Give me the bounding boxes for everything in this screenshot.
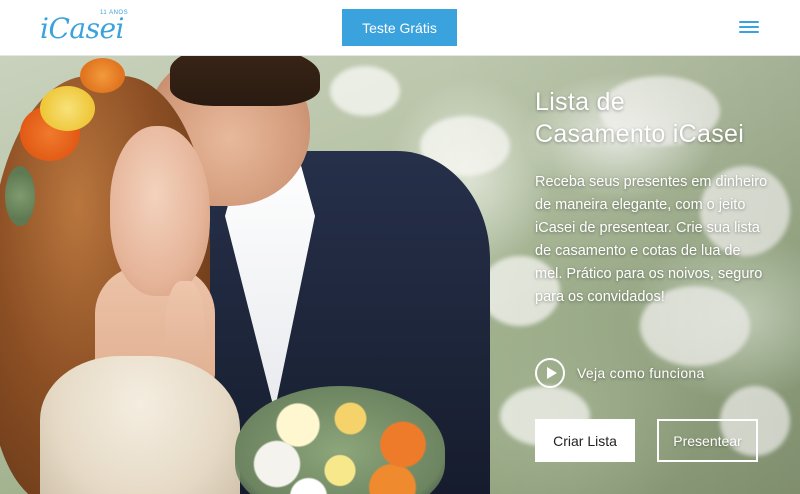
hero-title-line1: Lista de (535, 88, 625, 116)
logo-wordmark: iCasei (40, 12, 124, 45)
how-it-works-link[interactable]: Veja como funciona (535, 358, 705, 388)
hero-description: Receba seus presentes em dinheiro de man… (535, 174, 768, 305)
menu-bar (739, 31, 759, 33)
give-gift-button[interactable]: Presentear (657, 419, 758, 462)
hero-title: Lista de Casamento iCasei (535, 86, 785, 150)
menu-bar (739, 21, 759, 23)
hamburger-menu-icon[interactable] (739, 19, 759, 35)
free-trial-button[interactable]: Teste Grátis (342, 9, 457, 46)
hero-section: Lista de Casamento iCasei Receba seus pr… (0, 56, 800, 494)
icasei-logo[interactable]: 11 ANOS iCasei (40, 8, 130, 48)
how-it-works-label[interactable]: Veja como funciona (577, 365, 705, 381)
create-list-button[interactable]: Criar Lista (535, 419, 635, 462)
play-circle-icon[interactable] (535, 358, 565, 388)
hero-title-line2: Casamento iCasei (535, 120, 745, 148)
menu-bar (739, 26, 759, 28)
top-header: 11 ANOS iCasei Teste Grátis (0, 0, 800, 56)
